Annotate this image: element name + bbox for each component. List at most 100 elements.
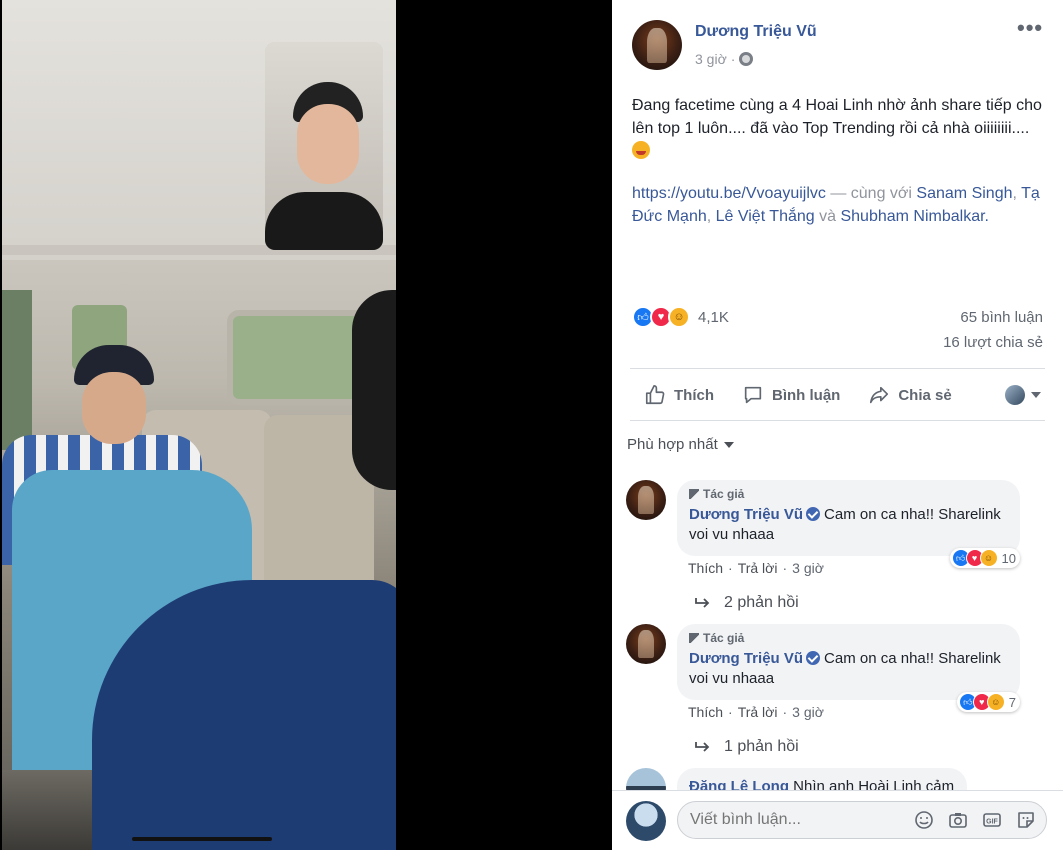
replies-count: 2 phản hồi bbox=[724, 594, 799, 611]
comment-time[interactable]: 3 giờ bbox=[792, 704, 824, 720]
camera-icon[interactable] bbox=[948, 810, 968, 830]
reaction-summary[interactable]: 👍︎ ♥ ☺ 4,1K bbox=[632, 306, 729, 328]
post-time[interactable]: 3 giờ bbox=[695, 51, 727, 67]
comment-button[interactable]: Bình luận bbox=[728, 370, 854, 420]
comment-reactions[interactable]: 👍︎ ♥ ☺ 7 bbox=[956, 692, 1020, 712]
like-label: Thích bbox=[674, 386, 714, 404]
author-badge-label: Tác giả bbox=[703, 631, 745, 645]
chevron-down-icon bbox=[723, 441, 734, 448]
author-name[interactable]: Dương Triệu Vũ bbox=[695, 23, 817, 41]
reply-arrow-icon bbox=[695, 598, 710, 608]
care-reaction-icon: ☺ bbox=[979, 549, 998, 567]
care-reaction-icon: ☺ bbox=[986, 693, 1005, 711]
share-count[interactable]: 16 lượt chia sẻ bbox=[943, 334, 1043, 351]
tag-link[interactable]: Lê Việt Thắng bbox=[716, 208, 815, 225]
view-replies-link[interactable]: 2 phản hồi bbox=[694, 594, 799, 612]
audience-selector[interactable] bbox=[1005, 385, 1045, 405]
post-meta: 3 giờ · bbox=[695, 51, 754, 67]
replies-count: 1 phản hồi bbox=[724, 738, 799, 755]
comment-actions: Thích · Trả lời · 3 giờ bbox=[688, 704, 824, 720]
user-avatar bbox=[1005, 385, 1025, 405]
share-button[interactable]: Chia sẻ bbox=[854, 370, 965, 420]
tag-separator: , bbox=[706, 208, 716, 225]
divider bbox=[630, 368, 1045, 369]
comment-reaction-count: 7 bbox=[1008, 694, 1016, 710]
commenter-avatar[interactable] bbox=[626, 480, 666, 520]
post-link-line: https://youtu.be/Vvoayuijlvc — cùng với … bbox=[632, 182, 1050, 228]
view-replies-link[interactable]: 1 phản hồi bbox=[694, 738, 799, 756]
comment-input[interactable] bbox=[690, 811, 890, 829]
comment: Tác giả Dương Triệu Vũ Cam on ca nha!! Sh… bbox=[626, 480, 1046, 620]
commenter-name[interactable]: Dương Triệu Vũ bbox=[689, 506, 803, 523]
verified-icon bbox=[806, 507, 821, 521]
author-badge-label: Tác giả bbox=[703, 487, 745, 501]
chevron-down-icon bbox=[1031, 392, 1041, 398]
pip-person-face bbox=[297, 104, 359, 184]
pencil-icon bbox=[689, 633, 699, 643]
tag-link[interactable]: Shubham Nimbalkar bbox=[840, 208, 984, 225]
reaction-count: 4,1K bbox=[698, 308, 729, 326]
tag-link[interactable]: Sanam Singh bbox=[916, 185, 1012, 202]
comment-like-link[interactable]: Thích bbox=[688, 704, 723, 720]
comment-count[interactable]: 65 bình luận bbox=[960, 309, 1043, 326]
comment-input-box[interactable]: GIF bbox=[677, 801, 1047, 839]
post-panel: Dương Triệu Vũ 3 giờ · ••• Đang facetime… bbox=[612, 0, 1063, 850]
comment: Tác giả Dương Triệu Vũ Cam on ca nha!! Sh… bbox=[626, 624, 1046, 764]
post-text: Đang facetime cùng a 4 Hoai Linh nhờ ảnh… bbox=[632, 94, 1050, 163]
like-button[interactable]: Thích bbox=[630, 370, 728, 420]
separator-dot: · bbox=[782, 560, 788, 576]
gif-icon[interactable]: GIF bbox=[982, 810, 1002, 830]
meta-dot: · bbox=[730, 51, 736, 67]
haha-reaction-icon: ☺ bbox=[668, 306, 690, 328]
emoji-icon[interactable] bbox=[914, 810, 934, 830]
globe-icon[interactable] bbox=[739, 52, 754, 66]
comment-reply-link[interactable]: Trả lời bbox=[738, 704, 778, 720]
comment-text: Dương Triệu Vũ Cam on ca nha!! Sharelink … bbox=[689, 649, 1008, 689]
comment-reactions[interactable]: 👍︎ ♥ ☺ 10 bbox=[949, 548, 1020, 568]
divider bbox=[630, 420, 1045, 421]
youtube-link[interactable]: https://youtu.be/Vvoayuijlvc bbox=[632, 185, 826, 202]
pencil-icon bbox=[689, 489, 699, 499]
tag-separator: , bbox=[1012, 185, 1022, 202]
separator-dot: · bbox=[782, 704, 788, 720]
svg-text:GIF: GIF bbox=[986, 819, 998, 826]
comment-like-link[interactable]: Thích bbox=[688, 560, 723, 576]
commenter-name[interactable]: Dương Triệu Vũ bbox=[689, 650, 803, 667]
commenter-avatar[interactable] bbox=[626, 624, 666, 664]
pip-person-body bbox=[265, 192, 383, 250]
post-message: Đang facetime cùng a 4 Hoai Linh nhờ ảnh… bbox=[632, 97, 1042, 137]
sort-label: Phù hợp nhất bbox=[627, 436, 718, 453]
share-label: Chia sẻ bbox=[898, 386, 952, 404]
verified-icon bbox=[806, 651, 821, 665]
separator-dot: · bbox=[728, 560, 733, 576]
post-photo[interactable] bbox=[2, 0, 396, 850]
action-bar: Thích Bình luận Chia sẻ bbox=[630, 370, 1045, 420]
separator-dot: · bbox=[728, 704, 733, 720]
comment-text: Dương Triệu Vũ Cam on ca nha!! Sharelink … bbox=[689, 505, 1008, 545]
home-indicator bbox=[132, 837, 272, 841]
reply-arrow-icon bbox=[695, 742, 710, 752]
squinting-tongue-emoji-icon bbox=[632, 141, 650, 159]
comment-reaction-count: 10 bbox=[1001, 550, 1016, 566]
share-arrow-icon bbox=[870, 386, 889, 404]
author-avatar[interactable] bbox=[632, 20, 682, 70]
and-word: và bbox=[814, 208, 841, 225]
comment-bubble: Tác giả Dương Triệu Vũ Cam on ca nha!! Sh… bbox=[677, 624, 1020, 700]
author-badge: Tác giả bbox=[689, 631, 1008, 645]
author-badge: Tác giả bbox=[689, 487, 1008, 501]
thumbs-up-icon bbox=[645, 385, 665, 405]
comment-reply-link[interactable]: Trả lời bbox=[738, 560, 778, 576]
with-prefix: — cùng với bbox=[825, 185, 917, 202]
composer-icons: GIF bbox=[914, 810, 1036, 830]
car-window-left bbox=[2, 290, 32, 450]
more-options-button[interactable]: ••• bbox=[1017, 17, 1043, 42]
comment-sort-dropdown[interactable]: Phù hợp nhất bbox=[627, 436, 734, 453]
current-user-avatar bbox=[626, 801, 666, 841]
comment-time[interactable]: 3 giờ bbox=[792, 560, 824, 576]
facetime-pip-window bbox=[265, 42, 383, 250]
sticker-icon[interactable] bbox=[1016, 810, 1036, 830]
comment-actions: Thích · Trả lời · 3 giờ bbox=[688, 560, 824, 576]
comment-label: Bình luận bbox=[772, 386, 841, 404]
comment-bubble: Tác giả Dương Triệu Vũ Cam on ca nha!! Sh… bbox=[677, 480, 1020, 556]
passenger-face bbox=[82, 372, 146, 444]
